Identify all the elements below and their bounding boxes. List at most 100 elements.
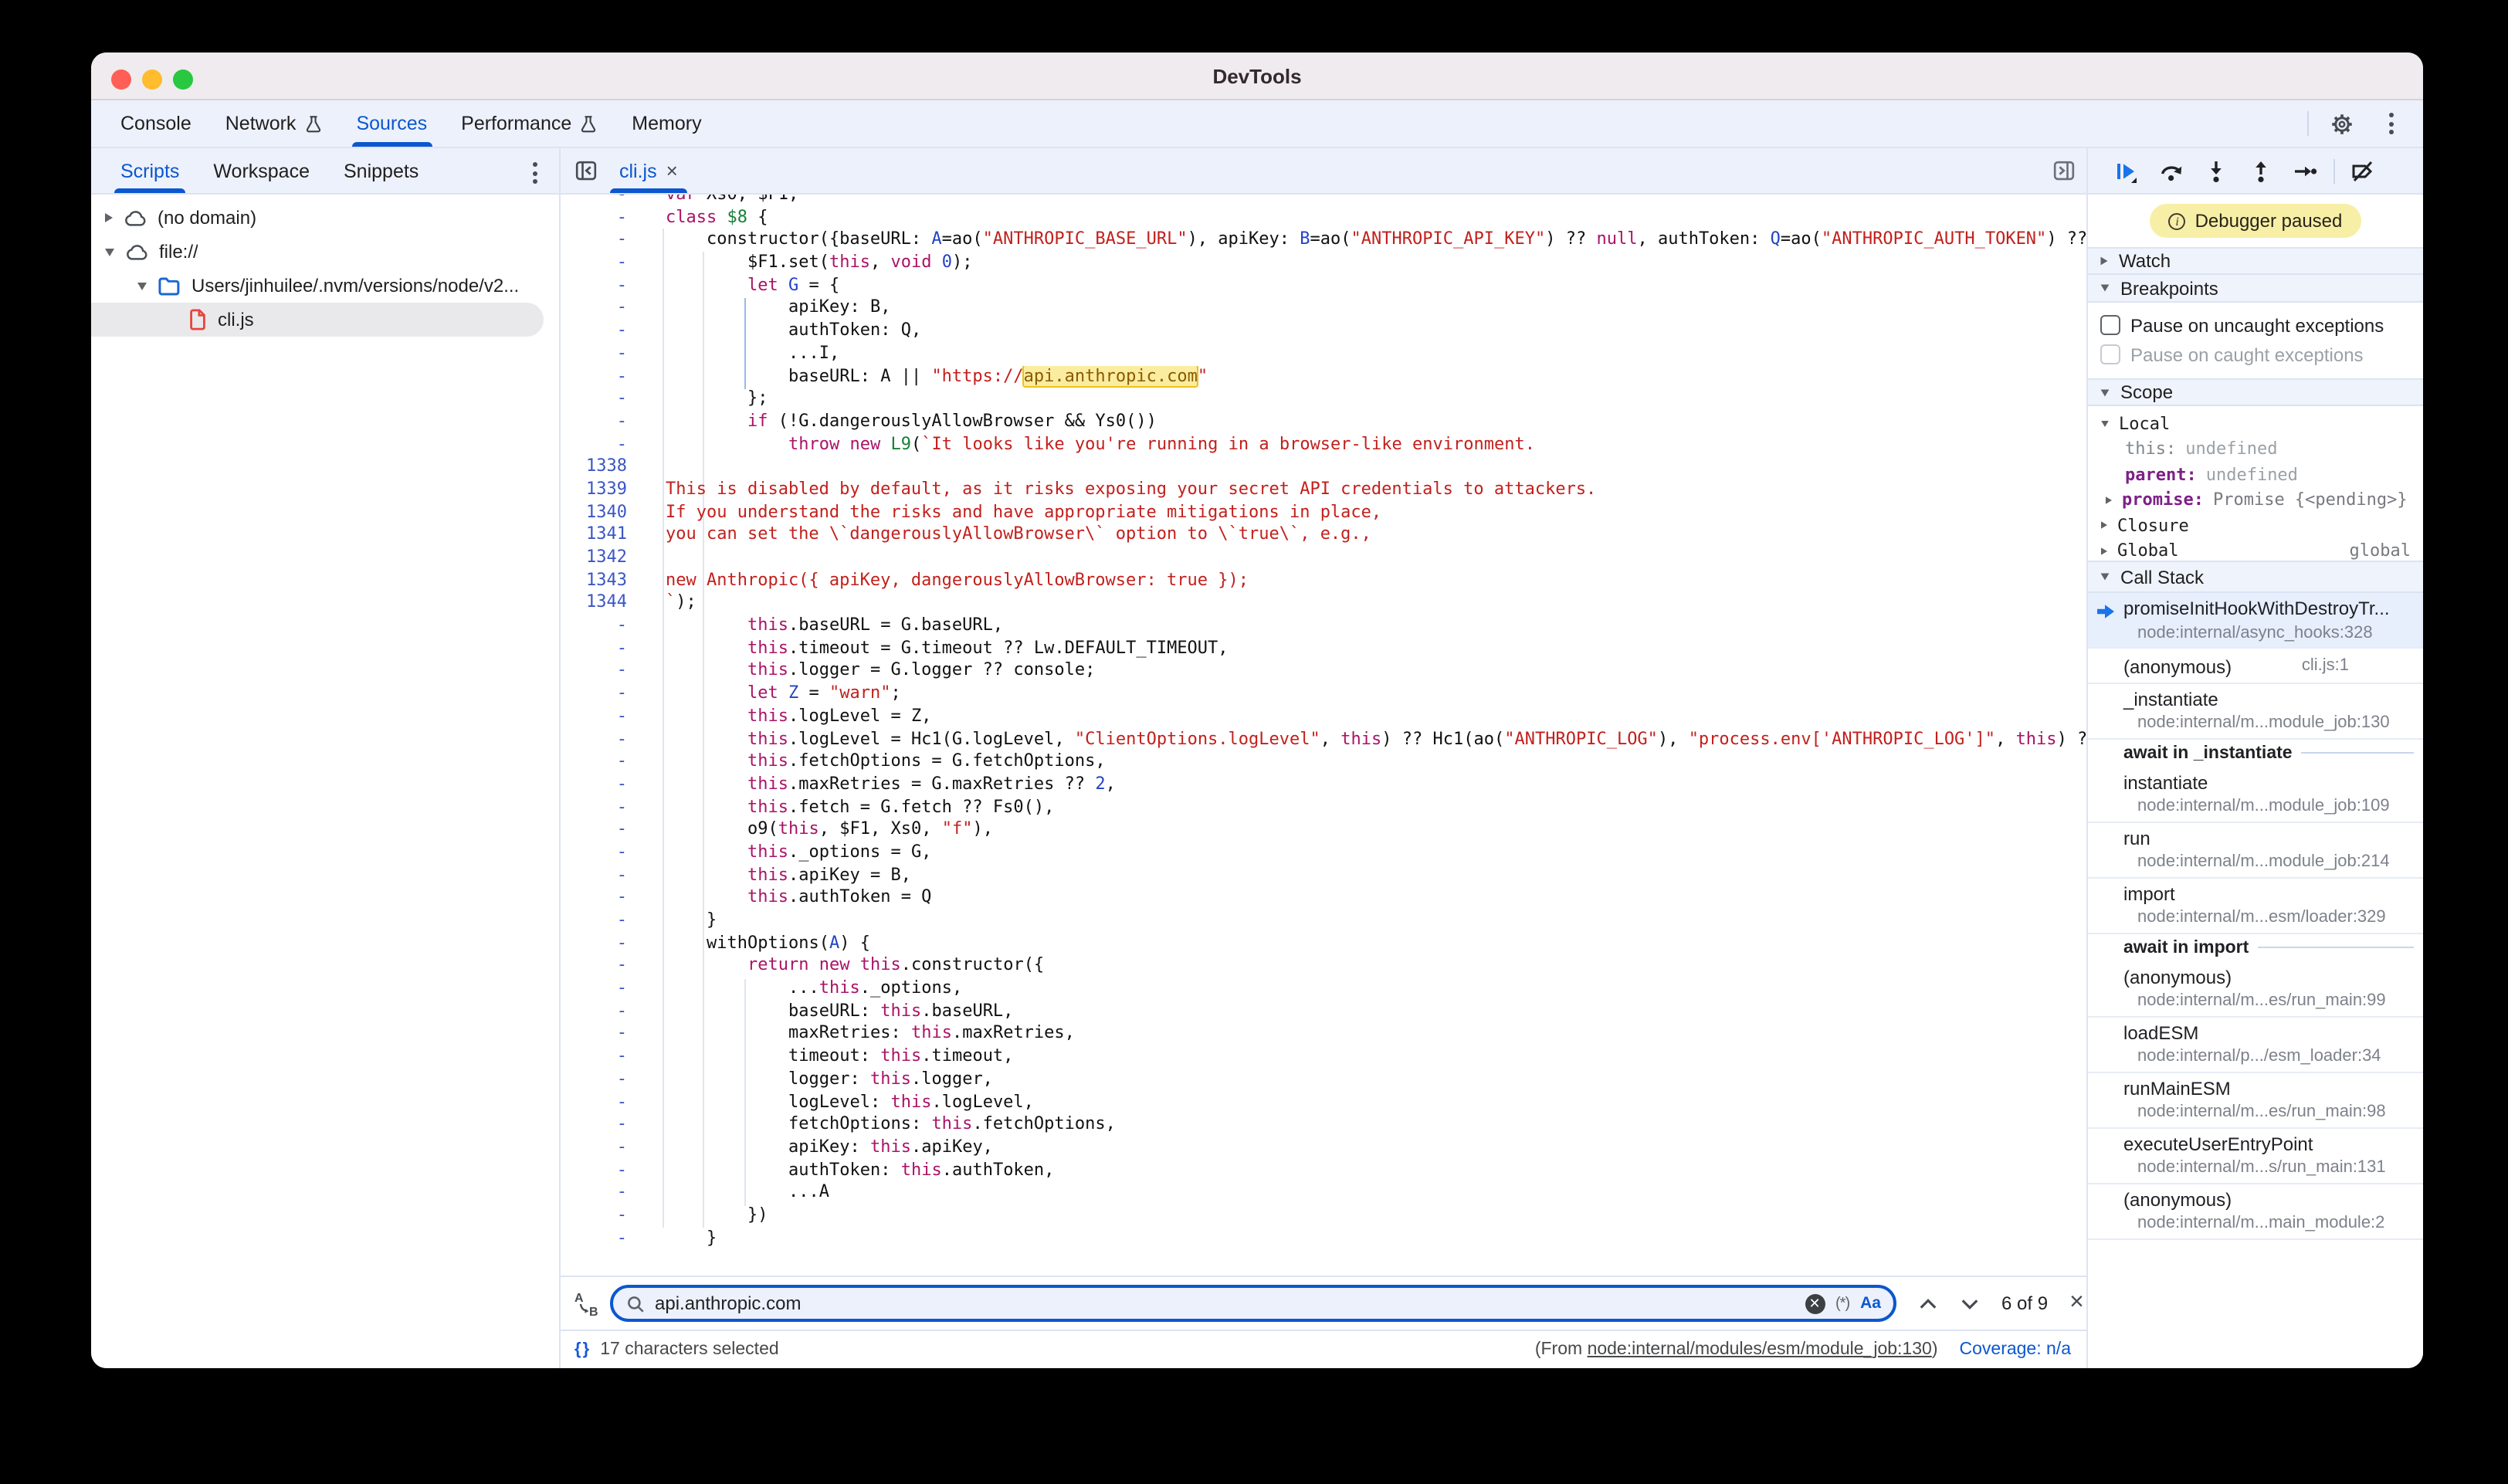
minimize-window-button[interactable]	[142, 69, 162, 90]
search-input[interactable]: api.anthropic.com ✕ (*) Aa	[610, 1285, 1896, 1322]
line-number[interactable]: -	[561, 1001, 627, 1023]
code-line[interactable]: -}	[561, 910, 2086, 932]
line-number[interactable]: -	[561, 365, 627, 388]
line-number[interactable]: -	[561, 955, 627, 977]
code-line[interactable]: -this.authToken = Q	[561, 887, 2086, 910]
code-line[interactable]: -let G = {	[561, 275, 2086, 297]
line-number[interactable]: 1342	[561, 547, 627, 569]
line-number[interactable]: -	[561, 297, 627, 320]
line-number[interactable]: -	[561, 320, 627, 342]
line-number[interactable]: -	[561, 195, 627, 206]
code-line[interactable]: -this.apiKey = B,	[561, 864, 2086, 886]
line-number[interactable]: -	[561, 819, 627, 842]
code-line[interactable]: -};	[561, 388, 2086, 410]
tree-item-cli-js[interactable]: cli.js	[91, 303, 544, 337]
close-find-bar-icon[interactable]: ×	[2069, 1291, 2084, 1316]
hide-navigator-icon[interactable]	[574, 148, 598, 193]
line-number[interactable]: 1340	[561, 501, 627, 523]
scope-closure[interactable]: Closure	[2088, 513, 2423, 538]
line-number[interactable]: -	[561, 275, 627, 297]
line-number[interactable]: -	[561, 977, 627, 1000]
code-line[interactable]: -this.fetchOptions = G.fetchOptions,	[561, 750, 2086, 773]
line-number[interactable]: -	[561, 411, 627, 433]
line-number[interactable]: -	[561, 706, 627, 728]
line-number[interactable]: -	[561, 1204, 627, 1227]
checkbox[interactable]	[2100, 345, 2120, 364]
line-number[interactable]: -	[561, 1182, 627, 1204]
search-query[interactable]: api.anthropic.com	[655, 1293, 1805, 1314]
code-line[interactable]: -fetchOptions: this.fetchOptions,	[561, 1113, 2086, 1136]
line-number[interactable]: -	[561, 683, 627, 705]
line-number[interactable]: -	[561, 1023, 627, 1045]
coverage-link[interactable]: Coverage: n/a	[1960, 1340, 2072, 1359]
section-watch[interactable]: Watch	[2088, 247, 2423, 275]
code-line[interactable]: -}	[561, 1227, 2086, 1249]
code-line[interactable]: -logLevel: this.logLevel,	[561, 1091, 2086, 1113]
tab-performance[interactable]: Performance	[444, 100, 615, 147]
code-line[interactable]: -o9(this, $F1, Xs0, "f"),	[561, 819, 2086, 842]
code-line[interactable]: -...A	[561, 1182, 2086, 1204]
call-stack-frame[interactable]: promiseInitHookWithDestroyTr...node:inte…	[2088, 593, 2423, 649]
tree-item-file-[interactable]: file://	[91, 235, 559, 269]
section-call-stack[interactable]: Call Stack	[2088, 561, 2423, 593]
code-line[interactable]: -this.logLevel = Hc1(G.logLevel, "Client…	[561, 728, 2086, 750]
hide-debugger-icon[interactable]	[2052, 148, 2086, 193]
resume-script-icon[interactable]	[2110, 154, 2144, 188]
zoom-window-button[interactable]	[173, 69, 193, 90]
pretty-print-icon[interactable]: { }	[574, 1340, 588, 1359]
line-number[interactable]: -	[561, 728, 627, 750]
code-line[interactable]: -apiKey: B,	[561, 297, 2086, 320]
code-line[interactable]: 1341you can set the \`dangerouslyAllowBr…	[561, 524, 2086, 547]
code-viewport[interactable]: -var Xs0, $F1;-class $8 {-constructor({b…	[561, 195, 2086, 1276]
more-options-icon[interactable]	[2374, 107, 2408, 141]
close-window-button[interactable]	[111, 69, 131, 90]
sidebar-tab-snippets[interactable]: Snippets	[327, 148, 436, 193]
code-line[interactable]: -this.fetch = G.fetch ?? Fs0(),	[561, 796, 2086, 818]
call-stack-frame[interactable]: _instantiatenode:internal/m...module_job…	[2088, 683, 2423, 739]
code-line[interactable]: -if (!G.dangerouslyAllowBrowser && Ys0()…	[561, 411, 2086, 433]
code-line[interactable]: -this.logLevel = Z,	[561, 706, 2086, 728]
breakpoint-option[interactable]: Pause on caught exceptions	[2088, 340, 2423, 369]
line-number[interactable]: 1338	[561, 456, 627, 479]
code-line[interactable]: -this._options = G,	[561, 842, 2086, 864]
step-over-icon[interactable]	[2154, 154, 2188, 188]
code-line[interactable]: -let Z = "warn";	[561, 683, 2086, 705]
code-line[interactable]: 1342	[561, 547, 2086, 569]
step-icon[interactable]	[2289, 154, 2323, 188]
code-line[interactable]: -apiKey: this.apiKey,	[561, 1137, 2086, 1159]
close-tab-icon[interactable]: ×	[666, 159, 678, 182]
code-line[interactable]: -...this._options,	[561, 977, 2086, 1000]
line-number[interactable]: -	[561, 343, 627, 365]
call-stack-frame[interactable]: (anonymous)node:internal/m...es/run_main…	[2088, 961, 2423, 1017]
line-number[interactable]: -	[561, 615, 627, 637]
code-line[interactable]: -maxRetries: this.maxRetries,	[561, 1023, 2086, 1045]
line-number[interactable]: -	[561, 206, 627, 229]
line-number[interactable]: -	[561, 1159, 627, 1181]
regex-toggle-icon[interactable]: (*)	[1835, 1295, 1849, 1312]
tab-memory[interactable]: Memory	[615, 100, 718, 147]
code-line[interactable]: -timeout: this.timeout,	[561, 1045, 2086, 1068]
code-line[interactable]: 1343new Anthropic({ apiKey, dangerouslyA…	[561, 569, 2086, 591]
source-link[interactable]: node:internal/modules/esm/module_job:130	[1588, 1340, 1932, 1359]
code-line[interactable]: -$F1.set(this, void 0);	[561, 252, 2086, 274]
call-stack-frame[interactable]: loadESMnode:internal/p.../esm_loader:34	[2088, 1017, 2423, 1072]
checkbox[interactable]	[2100, 316, 2120, 335]
scope-promise[interactable]: promise:Promise {<pending>}	[2088, 487, 2423, 513]
code-line[interactable]: -withOptions(A) {	[561, 932, 2086, 954]
line-number[interactable]: 1343	[561, 569, 627, 591]
line-number[interactable]: -	[561, 388, 627, 410]
call-stack-frame[interactable]: runMainESMnode:internal/m...es/run_main:…	[2088, 1072, 2423, 1128]
call-stack-frame[interactable]: instantiatenode:internal/m...module_job:…	[2088, 767, 2423, 822]
line-number[interactable]: -	[561, 1091, 627, 1113]
line-number[interactable]: -	[561, 774, 627, 796]
code-line[interactable]: -constructor({baseURL: A=ao("ANTHROPIC_B…	[561, 229, 2086, 252]
line-number[interactable]: -	[561, 932, 627, 954]
code-line[interactable]: -this.logger = G.logger ?? console;	[561, 660, 2086, 683]
code-line[interactable]: -throw new L9(`It looks like you're runn…	[561, 433, 2086, 456]
line-number[interactable]: -	[561, 638, 627, 660]
code-line[interactable]: -authToken: Q,	[561, 320, 2086, 342]
tab-console[interactable]: Console	[103, 100, 208, 147]
code-line[interactable]: -})	[561, 1204, 2086, 1227]
line-number[interactable]: -	[561, 750, 627, 773]
previous-match-icon[interactable]	[1918, 1293, 1938, 1313]
